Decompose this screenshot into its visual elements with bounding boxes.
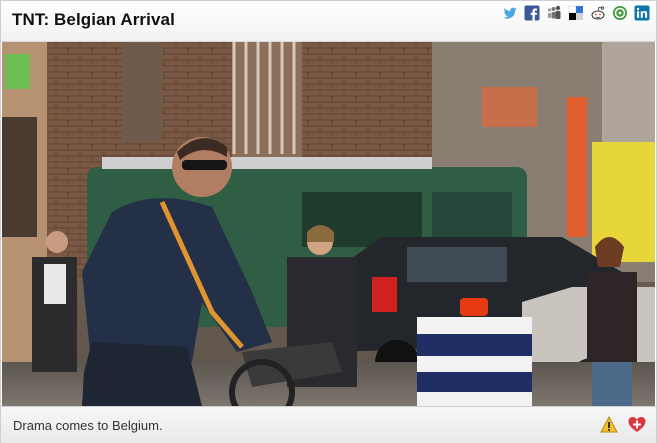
- reddit-icon[interactable]: [590, 5, 606, 21]
- footer-actions: [600, 415, 646, 434]
- facebook-icon[interactable]: [524, 5, 540, 21]
- warning-icon[interactable]: [600, 415, 618, 434]
- video-frame-image: [2, 42, 655, 406]
- share-toolbar: [502, 5, 650, 21]
- linkedin-icon[interactable]: [634, 5, 650, 21]
- favorite-add-icon[interactable]: [628, 416, 646, 434]
- twitter-icon[interactable]: [502, 5, 518, 21]
- widget-footer: Drama comes to Belgium.: [1, 406, 656, 443]
- video-caption: Drama comes to Belgium.: [13, 418, 163, 433]
- myspace-icon[interactable]: [546, 5, 562, 21]
- video-widget: TNT: Belgian Arrival Drama comes to Belg…: [0, 0, 657, 443]
- stumbleupon-icon[interactable]: [612, 5, 628, 21]
- delicious-icon[interactable]: [568, 5, 584, 21]
- video-player[interactable]: [2, 42, 655, 406]
- widget-header: TNT: Belgian Arrival: [1, 1, 656, 42]
- video-title: TNT: Belgian Arrival: [12, 10, 175, 29]
